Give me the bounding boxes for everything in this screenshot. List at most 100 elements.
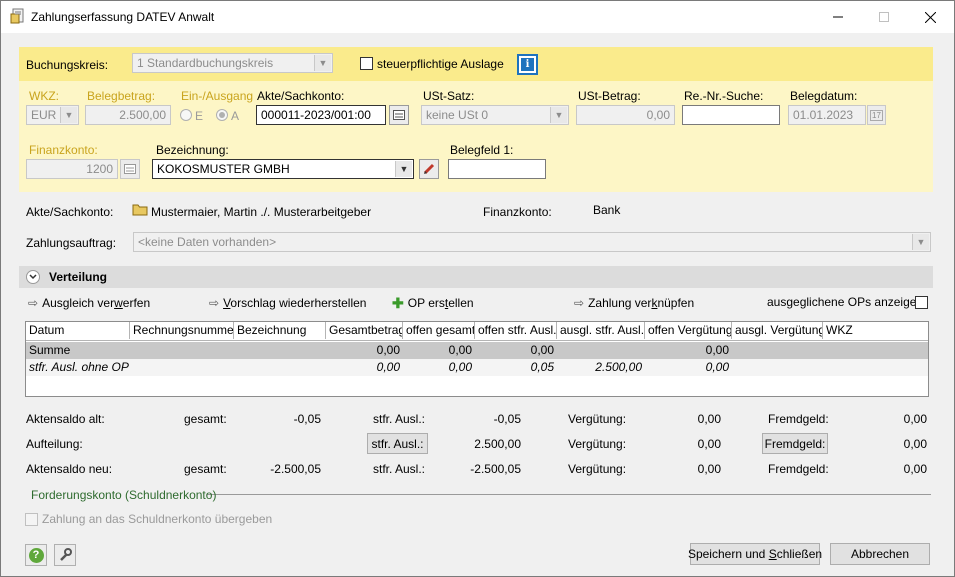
resuche-field[interactable] (682, 105, 780, 125)
cell-gesamtbetrag: 0,00 (376, 360, 400, 374)
op-erstellen-link[interactable]: ✚ OP erstellen (392, 296, 474, 310)
ausgleich-verwerfen-link[interactable]: ⇨ Ausgleich verwerfen (28, 296, 150, 310)
col-offen-stfr[interactable]: offen stfr. Ausl. (475, 322, 557, 339)
col-bezeichnung[interactable]: Bezeichnung (234, 322, 326, 339)
col-offen-verguetung[interactable]: offen Vergütung (645, 322, 732, 339)
bezeichnung-select[interactable]: KOKOSMUSTER GMBH ▼ (152, 159, 414, 179)
steuerpflichtige-label: steuerpflichtige Auslage (377, 57, 504, 71)
alt-gesamt-label: gesamt: (184, 412, 227, 426)
maximize-icon (879, 12, 889, 22)
dialog-body: Buchungskreis: 1 Standardbuchungskreis ▼… (1, 33, 954, 576)
cell-gesamtbetrag: 0,00 (376, 343, 400, 357)
neu-gesamt-label: gesamt: (184, 462, 227, 476)
chevron-down-icon: ▼ (912, 234, 929, 250)
radio-ausgang-label: A (231, 109, 240, 123)
info-finanzkonto-value: Bank (593, 203, 621, 217)
verteilung-header[interactable]: Verteilung (19, 266, 933, 288)
schuldnerkonto-checkbox[interactable] (25, 513, 38, 526)
info-button[interactable]: i (517, 54, 538, 75)
schuldnerkonto-label: Zahlung an das Schuldnerkonto übergeben (42, 512, 273, 526)
calendar-button[interactable]: 17 (867, 105, 886, 125)
fremdgeld-button[interactable]: Fremdgeld: (762, 433, 828, 454)
settings-button[interactable] (54, 544, 76, 566)
chevron-down-icon: ▼ (550, 107, 567, 123)
cancel-button[interactable]: Abbrechen (830, 543, 930, 565)
ausgeglichene-label: ausgeglichene OPs anzeigen (767, 295, 924, 309)
chevron-down-icon: ▼ (314, 55, 331, 71)
zahlungsauftrag-select[interactable]: <keine Daten vorhanden> ▼ (133, 232, 931, 252)
col-ausgl-verguetung[interactable]: ausgl. Vergütung (732, 322, 823, 339)
save-close-button[interactable]: Speichern und Schließen (688, 543, 822, 565)
alt-stfr-value: -0,05 (493, 412, 521, 426)
cell-datum: Summe (29, 343, 71, 357)
resuche-label: Re.-Nr.-Suche: (684, 89, 764, 103)
col-wkz[interactable]: WKZ (823, 322, 928, 339)
akte-lookup-button[interactable] (389, 105, 409, 125)
wkz-select[interactable]: EUR ▼ (26, 105, 79, 125)
help-button[interactable]: ? (25, 544, 47, 566)
auf-verg-value: 0,00 (697, 437, 721, 451)
vorschlag-wiederherstellen-link[interactable]: ⇨ Vorschlag wiederherstellen (209, 296, 366, 310)
einaus-label: Ein-/Ausgang (181, 89, 254, 103)
col-gesamtbetrag[interactable]: Gesamtbetrag (326, 322, 403, 339)
col-rechnungsnummer[interactable]: Rechnungsnummer (130, 322, 234, 339)
belegbetrag-field[interactable]: 2.500,00 (85, 105, 171, 125)
stfr-ausl-button[interactable]: stfr. Ausl.: (367, 433, 428, 454)
table-lookup-icon (124, 164, 136, 174)
arrow-right-icon: ⇨ (28, 296, 39, 310)
alt-verg-value: 0,00 (697, 412, 721, 426)
calendar-icon: 17 (870, 109, 883, 121)
ustbetrag-field[interactable]: 0,00 (576, 105, 675, 125)
help-icon: ? (28, 547, 44, 563)
minimize-button[interactable] (815, 1, 861, 33)
verteilung-table[interactable]: Datum Rechnungsnummer Bezeichnung Gesamt… (25, 321, 929, 397)
wkz-value: EUR (31, 108, 57, 122)
zahlung-verknuepfen-label: Zahlung verknüpfen (588, 296, 695, 310)
table-row[interactable]: Summe 0,00 0,00 0,00 0,00 (26, 342, 928, 359)
col-offen-gesamt[interactable]: offen gesamt (403, 322, 475, 339)
aufteilung-label: Aufteilung: (26, 437, 83, 451)
neu-verg-value: 0,00 (697, 462, 721, 476)
akte-field[interactable]: 000011-2023/001:00 (256, 105, 386, 125)
steuerpflichtige-checkbox[interactable] (360, 57, 373, 70)
neu-gesamt-value: -2.500,05 (270, 462, 321, 476)
chevron-down-icon: ▼ (395, 161, 412, 177)
ustsatz-label: USt-Satz: (423, 89, 475, 103)
close-button[interactable] (907, 1, 953, 33)
app-icon (10, 8, 24, 24)
radio-eingang[interactable] (180, 109, 192, 121)
neu-verg-label: Vergütung: (568, 462, 627, 476)
bezeichnung-label: Bezeichnung: (156, 143, 229, 157)
col-datum[interactable]: Datum (26, 322, 130, 339)
zahlung-verknuepfen-link[interactable]: ⇨ Zahlung verknüpfen (574, 296, 694, 310)
finanzkonto-field[interactable]: 1200 (26, 159, 118, 179)
zahlungsauftrag-value: <keine Daten vorhanden> (138, 235, 277, 249)
alt-gesamt-value: -0,05 (293, 412, 321, 426)
belegdatum-field[interactable]: 01.01.2023 (788, 105, 866, 125)
buchungskreis-select[interactable]: 1 Standardbuchungskreis ▼ (132, 53, 333, 73)
collapse-icon[interactable] (26, 270, 40, 284)
folder-icon (132, 204, 148, 216)
forderung-divider (207, 494, 931, 495)
info-akte-value: Mustermaier, Martin ./. Musterarbeitgebe… (151, 205, 372, 219)
aktensaldo-neu-label: Aktensaldo neu: (26, 462, 113, 476)
finanzkonto-lookup-button[interactable] (120, 159, 140, 179)
maximize-button[interactable] (861, 1, 907, 33)
radio-eingang-label: E (195, 109, 204, 123)
arrow-right-icon: ⇨ (574, 296, 585, 310)
table-row[interactable]: stfr. Ausl. ohne OP 0,00 0,00 0,05 2.500… (26, 359, 928, 376)
col-ausgl-stfr[interactable]: ausgl. stfr. Ausl. (557, 322, 645, 339)
belegdatum-label: Belegdatum: (790, 89, 858, 103)
alt-stfr-label: stfr. Ausl.: (373, 412, 426, 426)
alt-verg-label: Vergütung: (568, 412, 627, 426)
window-title: Zahlungserfassung DATEV Anwalt (31, 10, 215, 24)
cell-offen-verguetung: 0,00 (705, 343, 729, 357)
radio-ausgang[interactable] (216, 109, 228, 121)
ausgeglichene-checkbox[interactable] (915, 296, 928, 309)
belegfeld-field[interactable] (448, 159, 546, 179)
edit-bezeichnung-button[interactable] (419, 159, 439, 179)
finanzkonto-label: Finanzkonto: (29, 143, 98, 157)
ausgleich-verwerfen-label: Ausgleich verwerfen (42, 296, 151, 310)
buchungskreis-value: 1 Standardbuchungskreis (137, 56, 274, 70)
ustsatz-select[interactable]: keine USt 0 ▼ (421, 105, 569, 125)
